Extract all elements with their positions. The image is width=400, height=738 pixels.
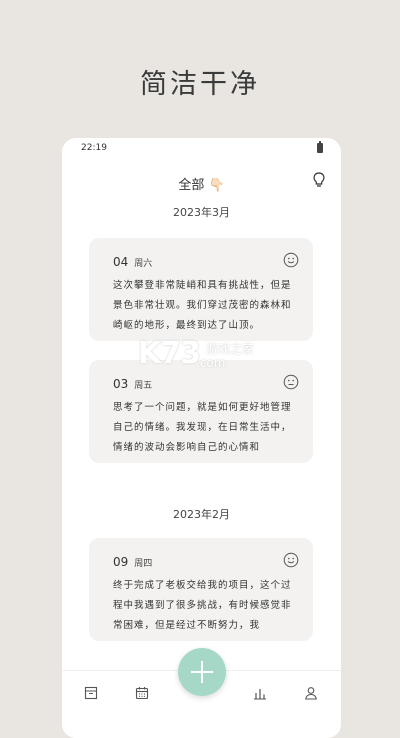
neutral-face-icon	[283, 374, 299, 394]
card-day: 03	[113, 377, 129, 391]
phone-screen: 22:19 全部 👇🏻 2023年3月 04 周六 这次攀登非常陡峭和具有挑战性，…	[62, 138, 341, 738]
card-text: 终于完成了老板交给我的项目，这个过程中我遇到了很多挑战，有时候感觉非常困难，但是…	[113, 580, 292, 631]
diary-card[interactable]: 09 周四 终于完成了老板交给我的项目，这个过程中我遇到了很多挑战，有时候感觉非常…	[89, 538, 313, 641]
battery-icon	[317, 141, 323, 153]
smile-face-icon	[283, 252, 299, 272]
add-entry-button[interactable]	[178, 648, 226, 696]
filter-dropdown[interactable]: 全部 👇🏻	[62, 174, 341, 193]
card-date: 04 周六	[113, 255, 152, 269]
smile-face-icon	[283, 552, 299, 572]
card-day: 04	[113, 255, 129, 269]
watermark-brand: K73	[138, 336, 201, 371]
lightbulb-icon[interactable]	[313, 172, 325, 192]
card-day: 09	[113, 555, 129, 569]
calendar-icon[interactable]	[135, 685, 149, 704]
card-weekday: 周六	[134, 259, 153, 269]
archive-icon[interactable]	[84, 685, 98, 704]
status-bar: 22:19	[62, 138, 341, 160]
card-weekday: 周四	[134, 559, 153, 569]
headline: 简洁干净	[140, 69, 260, 100]
status-time: 22:19	[81, 143, 107, 153]
watermark-logo: K73 游戏之家 .com	[138, 336, 266, 376]
card-weekday: 周五	[134, 381, 153, 391]
card-text: 思考了一个问题，就是如何更好地管理自己的情绪。我发现，在日常生活中，情绪的波动会…	[113, 402, 292, 453]
month-header: 2023年3月	[173, 206, 230, 219]
month-header: 2023年2月	[173, 508, 230, 521]
stats-icon[interactable]	[253, 685, 267, 704]
profile-icon[interactable]	[304, 685, 318, 704]
card-date: 09 周四	[113, 555, 152, 569]
card-text: 这次攀登非常陡峭和具有挑战性，但是景色非常壮观。我们穿过茂密的森林和崎岖的地形，…	[113, 280, 292, 331]
watermark-cn: 游戏之家	[206, 342, 255, 356]
top-bar: 全部 👇🏻	[62, 172, 341, 193]
watermark-com: .com	[196, 356, 226, 370]
card-date: 03 周五	[113, 377, 152, 391]
diary-card[interactable]: 04 周六 这次攀登非常陡峭和具有挑战性，但是景色非常壮观。我们穿过茂密的森林和崎…	[89, 238, 313, 341]
